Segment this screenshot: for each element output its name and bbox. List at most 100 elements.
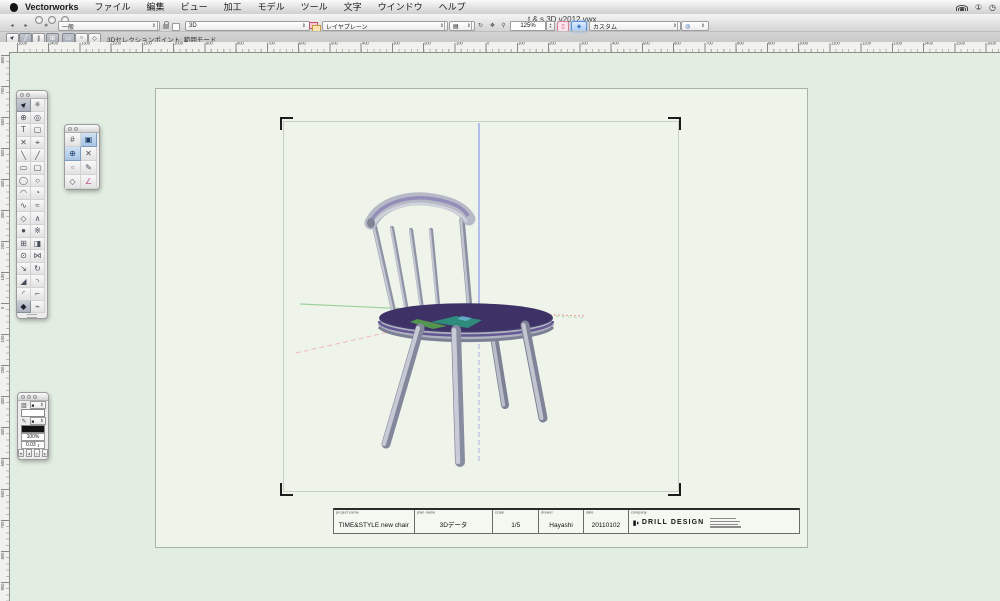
text-tool[interactable]: T [17,124,31,137]
palette-resize-handle[interactable] [17,313,47,318]
line-tool[interactable]: ╲ [17,149,31,162]
freehand-tool[interactable]: ∿ [17,200,31,213]
menu-5[interactable]: モデル [250,0,293,14]
move-tool[interactable]: ↘ [17,263,31,276]
forward-view-button[interactable]: ▸ [22,22,30,30]
line-weight-select[interactable]: 0.03⇕ [21,441,45,449]
render-style-select[interactable]: カスタム ⇕ [589,21,681,31]
rotate-tool[interactable]: ↻ [31,263,45,276]
oval-tool[interactable]: ◯ [17,175,31,188]
palette-collapse-button[interactable] [74,127,78,131]
attribute-default-button-2[interactable]: ▪ [34,449,40,457]
menu-9[interactable]: ヘルプ [431,0,474,14]
view-select[interactable]: 3D ⇕ [185,21,310,31]
zoom-tool[interactable]: ◎ [31,112,45,125]
crop-mark-top-right[interactable] [668,117,681,130]
pen-color-swatch[interactable] [21,425,45,433]
info-menu-icon[interactable]: ① [975,3,982,12]
attribute-default-button-1[interactable]: ◂ [26,449,32,457]
fit-to-objects-icon[interactable]: ❖ [488,22,497,30]
array-tool[interactable]: ⊞ [17,238,31,251]
opacity-field[interactable]: 100% [21,433,45,441]
snap-to-distance[interactable]: ✎ [81,161,97,175]
class-options-checkbox[interactable] [172,23,180,31]
menu-8[interactable]: ウインドウ [370,0,431,14]
attribute-default-button-0[interactable]: ▾ [18,449,24,457]
corner-tool[interactable]: ◜ [17,288,31,301]
view-mode-select[interactable]: ◍ ⇕ [681,21,709,31]
zoom-level-field[interactable]: 125% [510,21,546,31]
attribute-default-button-3[interactable]: ▸ [42,449,48,457]
attributes-palette-titlebar[interactable] [18,393,48,401]
wifi-icon[interactable] [957,3,968,11]
fill-color-swatch[interactable] [21,409,45,417]
clock-menu-icon[interactable]: ◷ [989,3,996,12]
snap-point-tool[interactable]: ⌖ [31,137,45,150]
back-view-button[interactable]: ◂ [8,22,16,30]
connect-combine-tool[interactable]: ⌁ [31,301,45,314]
menu-2[interactable]: 編集 [139,0,173,14]
arc-smoothing-tool[interactable]: ◝ [31,275,45,288]
apple-menu-icon[interactable] [10,3,18,12]
fill-style-select[interactable]: ■⇕ [30,401,46,409]
crop-mark-bottom-right[interactable] [668,483,681,496]
fillet-tool[interactable]: ◢ [17,275,31,288]
snap-to-intersection[interactable]: ✕ [81,147,97,161]
ruler-label: 100 [456,42,463,46]
crop-mark-bottom-left[interactable] [280,483,293,496]
polygon-tool[interactable]: ◇ [17,212,31,225]
menu-1[interactable]: ファイル [87,0,139,14]
sheet-viewport[interactable] [283,121,679,492]
saved-view-select[interactable]: 一般 ⇕ [58,21,160,31]
attribute-paint-tool[interactable]: ◆ [17,301,31,314]
constrained-line-tool[interactable]: ╱ [31,149,45,162]
spline-tool[interactable]: ≈ [31,200,45,213]
deform-tool[interactable]: ✳ [31,99,45,112]
snap-to-smart-edge[interactable]: ◇ [65,175,81,189]
zoom-stepper[interactable]: ▴ ▾ [546,21,555,31]
update-view-icon[interactable]: ↻ [476,22,485,30]
center-circle-tool[interactable]: ⊙ [17,250,31,263]
menu-4[interactable]: 加工 [216,0,250,14]
palette-close-button[interactable] [21,395,25,399]
palette-collapse-button[interactable] [26,93,30,97]
snap-palette-titlebar[interactable] [65,125,99,133]
selection-tool[interactable]: ► [17,99,31,112]
menu-3[interactable]: ビュー [173,0,216,14]
palette-zoom-button[interactable] [33,395,37,399]
palette-close-button[interactable] [20,93,24,97]
circle-tool[interactable]: ○ [31,175,45,188]
tool-palette-titlebar[interactable] [17,91,47,99]
saved-views-icon[interactable]: ∗ [42,22,50,30]
menu-6[interactable]: ツール [293,0,336,14]
arc-tool[interactable]: ◠ [17,187,31,200]
offset-tool[interactable]: ⌐ [31,288,45,301]
ruler-label: 300 [1,208,6,222]
snap-to-smart-point[interactable]: ▫ [65,161,81,175]
extrude-tool[interactable]: ◨ [31,238,45,251]
snap-to-angle[interactable]: ⊕ [65,147,81,161]
menu-7[interactable]: 文字 [336,0,370,14]
pan-tool[interactable]: ⊕ [17,112,31,125]
plane-select[interactable]: レイヤプレーン ⇕ [322,21,448,31]
rectangle-tool[interactable]: ▭ [17,162,31,175]
lock-icon[interactable] [163,24,169,29]
spray-tool[interactable]: ※ [31,225,45,238]
mirror-tool[interactable]: ⋈ [31,250,45,263]
sphere-tool[interactable]: ● [17,225,31,238]
locus-tool[interactable]: ✕ [17,137,31,150]
rounded-rectangle-tool[interactable]: ▢ [31,162,45,175]
zoom-magnifier-icon[interactable]: ⚲ [499,22,508,30]
circle-tool-icon: ○ [35,176,40,185]
snap-to-grid[interactable]: # [65,133,81,147]
pen-style-select[interactable]: ■⇕ [30,417,46,425]
menu-app[interactable]: Vectorworks [25,0,87,14]
palette-close-button[interactable] [68,127,72,131]
palette-collapse-button[interactable] [27,395,31,399]
snap-to-object[interactable]: ▣ [81,133,97,147]
marquee-select-tool[interactable]: ▢ [31,124,45,137]
crop-mark-top-left[interactable] [280,117,293,130]
polyline-tool[interactable]: ∧ [31,212,45,225]
snap-to-tangent[interactable]: ∠ [81,175,97,189]
pie-arc-tool[interactable]: ◔ [31,187,45,200]
